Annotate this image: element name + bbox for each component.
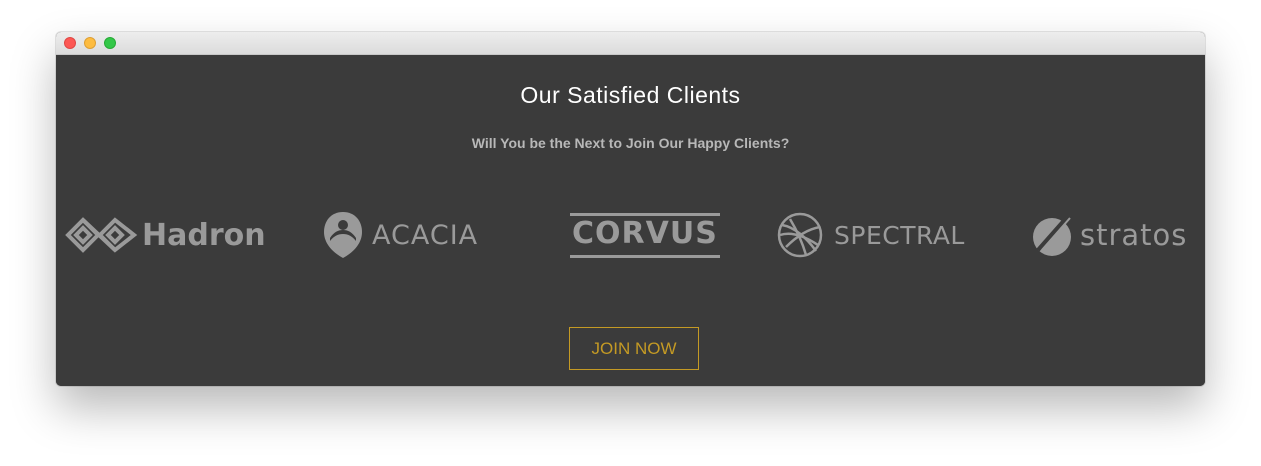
logo-name: Hadron — [142, 217, 266, 253]
corvus-logo-icon: CORVUS — [570, 212, 720, 258]
minimize-icon[interactable] — [84, 37, 96, 49]
spectral-logo-icon — [776, 211, 824, 259]
section-heading: Our Satisfied Clients — [520, 82, 741, 108]
client-logo-stratos: stratos — [1030, 205, 1187, 265]
client-logo-corvus: CORVUS — [570, 205, 720, 265]
logo-name: ACACIA — [372, 219, 479, 251]
section-subheading: Will You be the Next to Join Our Happy C… — [471, 135, 790, 151]
clients-section: Our Satisfied Clients Will You be the Ne… — [56, 55, 1205, 386]
logo-name: SPECTRAL — [834, 220, 965, 250]
logo-name: stratos — [1080, 218, 1188, 252]
client-logos: Hadron ACACIA CORVUS SPECTRAL stratos — [56, 205, 1205, 265]
close-icon[interactable] — [64, 37, 76, 49]
join-now-button[interactable]: JOIN NOW — [569, 327, 699, 370]
hadron-logo-icon — [64, 212, 138, 258]
maximize-icon[interactable] — [104, 37, 116, 49]
client-logo-hadron: Hadron — [64, 205, 266, 265]
client-logo-acacia: ACACIA — [322, 205, 478, 265]
logo-name: CORVUS — [572, 215, 718, 251]
stratos-logo-icon — [1030, 212, 1076, 258]
acacia-logo-icon — [322, 210, 364, 260]
client-logo-spectral: SPECTRAL — [776, 205, 965, 265]
window-titlebar — [56, 32, 1205, 55]
browser-window: Our Satisfied Clients Will You be the Ne… — [56, 32, 1205, 386]
